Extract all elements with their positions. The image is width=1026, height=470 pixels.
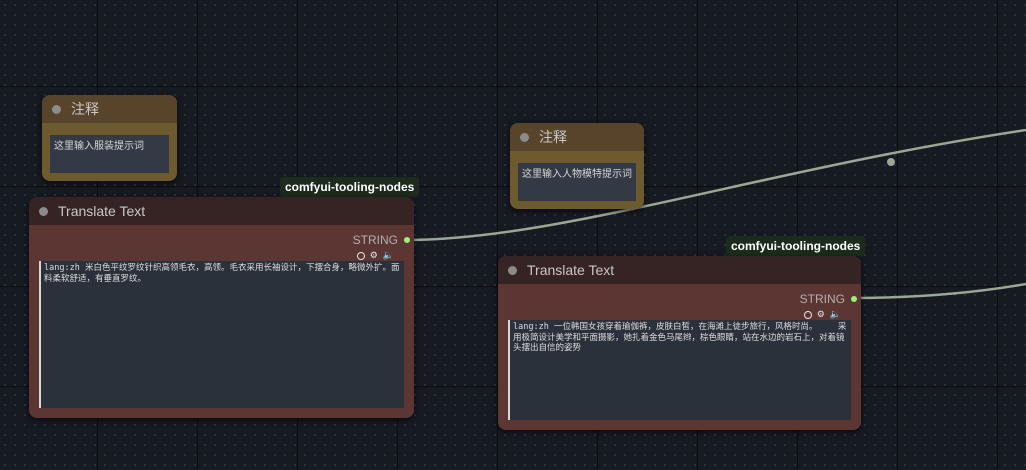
output-slot-string[interactable]: STRING xyxy=(800,292,857,306)
collapse-dot-icon[interactable] xyxy=(39,206,48,216)
node-title-bar[interactable]: Translate Text xyxy=(498,256,861,284)
output-label: STRING xyxy=(799,292,845,306)
note-text-field[interactable]: 这里输入服装提示词 xyxy=(50,135,169,173)
output-dot-icon[interactable] xyxy=(404,237,410,243)
output-dot-icon[interactable] xyxy=(851,296,857,302)
note-title-bar[interactable]: 注释 xyxy=(510,123,644,151)
node-widget-icons: ⚙ 🔈 xyxy=(803,309,841,320)
note-title: 注释 xyxy=(539,129,567,145)
node-source-badge: comfyui-tooling-nodes xyxy=(280,177,420,197)
node-title-bar[interactable]: Translate Text xyxy=(29,197,414,225)
translate-text-node-1[interactable]: Translate Text STRING ⚙ 🔈 lang:zh 米白色平纹罗… xyxy=(29,197,414,418)
translate-text-input[interactable]: lang:zh 一位韩国女孩穿着瑜伽裤，皮肤白皙，在海滩上徒步旅行，风格时尚。 … xyxy=(508,320,851,420)
collapse-dot-icon[interactable] xyxy=(52,104,61,114)
collapse-dot-icon[interactable] xyxy=(508,265,517,275)
note-text-field[interactable]: 这里输入人物模特提示词 xyxy=(518,163,636,201)
radio-circle-icon[interactable] xyxy=(803,310,812,319)
node-canvas[interactable]: 注释 这里输入服装提示词 注释 这里输入人物模特提示词 comfyui-tool… xyxy=(0,0,1026,470)
radio-circle-icon[interactable] xyxy=(356,251,365,260)
speaker-icon[interactable]: 🔈 xyxy=(830,309,841,320)
gear-icon[interactable]: ⚙ xyxy=(817,309,825,320)
translate-text-node-2[interactable]: Translate Text STRING ⚙ 🔈 lang:zh 一位韩国女孩… xyxy=(498,256,861,430)
link-midpoint-handle xyxy=(887,158,895,166)
note-node-clothing[interactable]: 注释 这里输入服装提示词 xyxy=(42,95,177,181)
speaker-icon[interactable]: 🔈 xyxy=(383,250,394,261)
note-title-bar[interactable]: 注释 xyxy=(42,95,177,123)
collapse-dot-icon[interactable] xyxy=(520,132,529,142)
node-source-badge: comfyui-tooling-nodes xyxy=(726,236,866,256)
node-widget-icons: ⚙ 🔈 xyxy=(356,250,394,261)
node-title: Translate Text xyxy=(58,203,146,219)
link-wire-2 xyxy=(850,282,1026,300)
gear-icon[interactable]: ⚙ xyxy=(370,250,378,261)
link-wire-1 xyxy=(404,128,1026,242)
note-node-model[interactable]: 注释 这里输入人物模特提示词 xyxy=(510,123,644,209)
node-title: Translate Text xyxy=(527,262,615,278)
note-title: 注释 xyxy=(71,101,99,117)
output-label: STRING xyxy=(352,233,398,247)
output-slot-string[interactable]: STRING xyxy=(353,233,410,247)
translate-text-input[interactable]: lang:zh 米白色平纹罗纹针织高领毛衣，高领。毛衣采用长袖设计，下摆合身，略… xyxy=(39,261,404,408)
